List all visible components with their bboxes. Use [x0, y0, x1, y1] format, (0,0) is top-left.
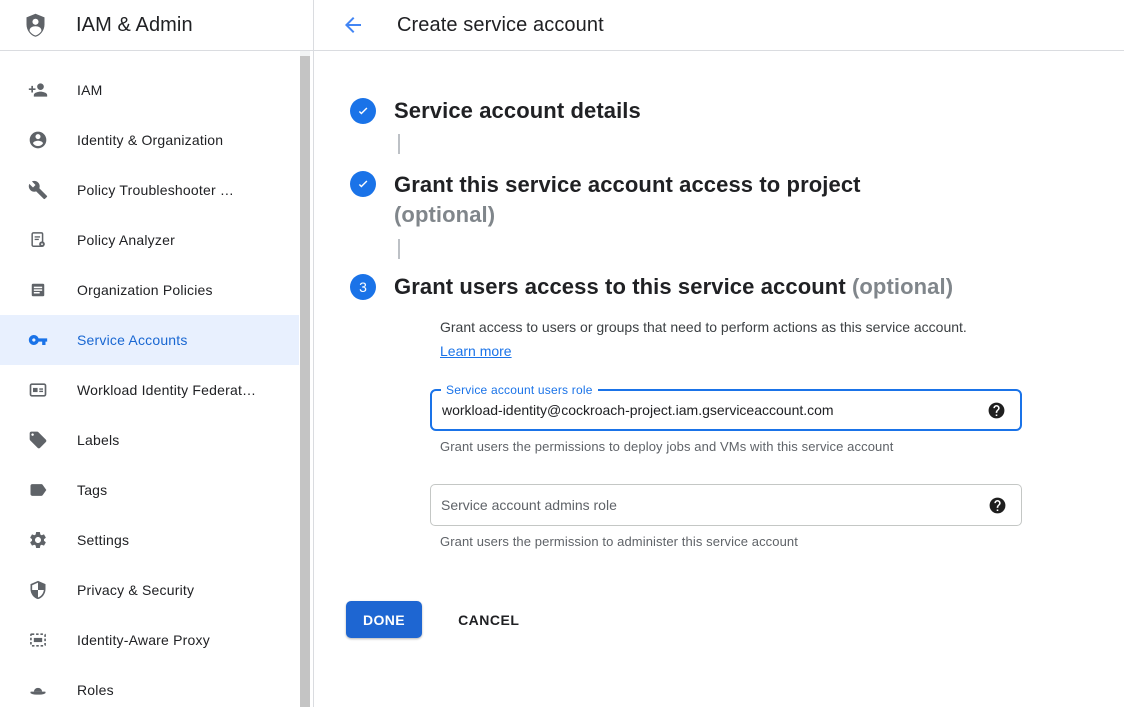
sidebar-item-workload-identity-federation[interactable]: Workload Identity Federat…	[0, 365, 299, 415]
main-panel: Create service account Service account d…	[314, 0, 1124, 707]
sidebar-nav: IAM Identity & Organization Policy Troub…	[0, 51, 313, 715]
sidebar-item-label: Tags	[77, 482, 107, 498]
sidebar-item-labels[interactable]: Labels	[0, 415, 299, 465]
step-2-header[interactable]: Grant this service account access to pro…	[350, 170, 1124, 230]
wizard: Service account details Grant this servi…	[314, 51, 1124, 638]
sidebar-item-privacy-security[interactable]: Privacy & Security	[0, 565, 299, 615]
users-role-input[interactable]	[432, 402, 987, 418]
sidebar-header: IAM & Admin	[0, 0, 313, 51]
sidebar-item-label: IAM	[77, 82, 103, 98]
tag-icon	[28, 480, 48, 500]
sidebar-item-label: Identity-Aware Proxy	[77, 632, 210, 648]
service-account-key-icon	[28, 330, 48, 350]
sidebar-item-label: Privacy & Security	[77, 582, 194, 598]
sidebar-item-label: Labels	[77, 432, 119, 448]
roles-hat-icon	[28, 680, 48, 700]
sidebar-item-organization-policies[interactable]: Organization Policies	[0, 265, 299, 315]
account-circle-icon	[28, 130, 48, 150]
step-1-title: Service account details	[394, 97, 641, 125]
step-2-title: Grant this service account access to pro…	[394, 170, 861, 230]
admins-role-field	[430, 484, 1022, 526]
sidebar-item-label: Roles	[77, 682, 114, 698]
sidebar-item-label: Organization Policies	[77, 282, 213, 298]
admins-role-helper-text: Grant users the permission to administer…	[440, 534, 1124, 549]
users-role-field-label: Service account users role	[441, 382, 598, 398]
sidebar-title: IAM & Admin	[76, 14, 193, 37]
step-3-title: Grant users access to this service accou…	[394, 273, 953, 301]
sidebar-item-identity-aware-proxy[interactable]: Identity-Aware Proxy	[0, 615, 299, 665]
gcp-console: IAM & Admin IAM Identity & Organization	[0, 0, 1124, 707]
sidebar-scrollbar-thumb[interactable]	[300, 56, 310, 707]
step-1-header[interactable]: Service account details	[350, 97, 1124, 125]
proxy-icon	[28, 630, 48, 650]
users-role-helper-text: Grant users the permissions to deploy jo…	[440, 439, 1124, 454]
sidebar-item-label: Service Accounts	[77, 332, 188, 348]
wrench-icon	[28, 180, 48, 200]
page-title: Create service account	[397, 14, 604, 37]
person-add-icon	[28, 80, 48, 100]
admins-role-input[interactable]	[431, 497, 988, 513]
sidebar-item-settings[interactable]: Settings	[0, 515, 299, 565]
sidebar-item-roles[interactable]: Roles	[0, 665, 299, 715]
help-button[interactable]	[988, 496, 1007, 515]
label-icon	[28, 430, 48, 450]
workload-identity-card-icon	[28, 380, 48, 400]
arrow-left-icon	[341, 25, 365, 40]
shield-icon	[28, 580, 48, 600]
gear-icon	[28, 530, 48, 550]
sidebar-item-identity-organization[interactable]: Identity & Organization	[0, 115, 299, 165]
sidebar-item-policy-troubleshooter[interactable]: Policy Troubleshooter …	[0, 165, 299, 215]
step-connector	[398, 239, 400, 259]
help-icon	[987, 401, 1006, 420]
step-1-complete-icon	[350, 98, 376, 124]
iam-shield-icon	[22, 12, 49, 39]
step-3-optional-label: (optional)	[852, 274, 953, 299]
step-connector	[398, 134, 400, 154]
step-3-description: Grant access to users or groups that nee…	[440, 315, 985, 363]
learn-more-link[interactable]: Learn more	[440, 343, 512, 359]
sidebar-item-label: Identity & Organization	[77, 132, 223, 148]
cancel-button[interactable]: CANCEL	[452, 611, 525, 629]
wizard-actions: DONE CANCEL	[346, 601, 1124, 638]
sidebar-item-label: Settings	[77, 532, 129, 548]
step-2-complete-icon	[350, 171, 376, 197]
step-3-body: Grant access to users or groups that nee…	[430, 315, 1124, 549]
sidebar-item-service-accounts[interactable]: Service Accounts	[0, 315, 299, 365]
sidebar-item-label: Policy Troubleshooter …	[77, 182, 234, 198]
policy-analyzer-icon	[28, 230, 48, 250]
sidebar-item-iam[interactable]: IAM	[0, 65, 299, 115]
sidebar-scrollbar-track	[300, 51, 310, 707]
page-header: Create service account	[314, 0, 1124, 51]
sidebar-item-label: Policy Analyzer	[77, 232, 175, 248]
step-3-number-badge: 3	[350, 274, 376, 300]
help-button[interactable]	[987, 401, 1006, 420]
step-3-header: 3 Grant users access to this service acc…	[350, 273, 1124, 301]
back-button[interactable]	[341, 13, 365, 37]
help-icon	[988, 496, 1007, 515]
done-button[interactable]: DONE	[346, 601, 422, 638]
sidebar-item-tags[interactable]: Tags	[0, 465, 299, 515]
sidebar-item-policy-analyzer[interactable]: Policy Analyzer	[0, 215, 299, 265]
sidebar: IAM & Admin IAM Identity & Organization	[0, 0, 314, 707]
users-role-field: Service account users role	[430, 389, 1022, 431]
sidebar-item-label: Workload Identity Federat…	[77, 382, 256, 398]
org-policies-icon	[28, 280, 48, 300]
step-2-optional-label: (optional)	[394, 202, 495, 227]
